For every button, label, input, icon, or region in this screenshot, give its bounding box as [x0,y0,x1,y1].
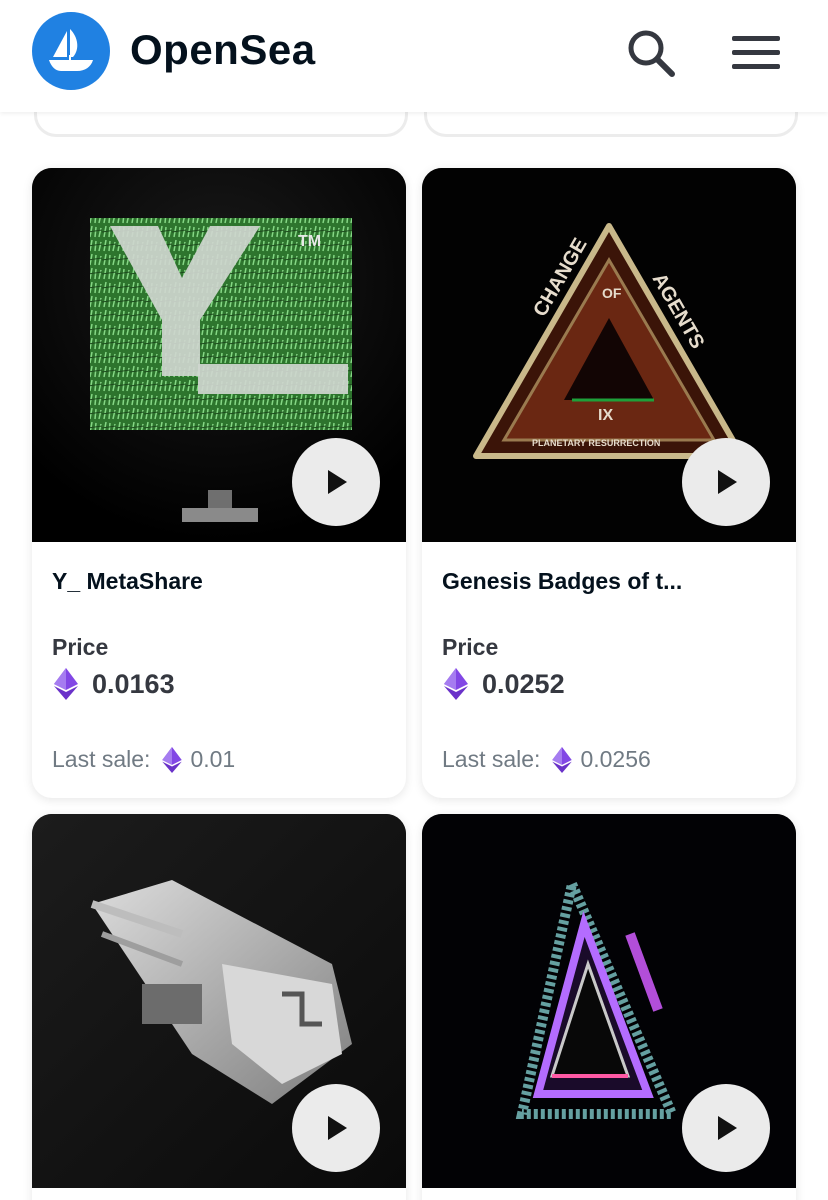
nft-title[interactable]: Y_ MetaShare [52,568,382,595]
last-sale-label: Last sale: [442,746,541,772]
price-label: Price [442,634,499,660]
last-sale-value: 0.0256 [580,746,651,772]
price-value: 0.0252 [482,668,565,699]
nft-card[interactable] [422,814,796,1200]
opensea-boat-icon [49,29,93,71]
play-button[interactable] [682,438,770,526]
play-button[interactable] [292,438,380,526]
search-button[interactable] [622,24,680,82]
ethereum-icon [162,746,183,773]
search-icon [628,30,675,77]
opensea-mobile-page: OpenSea TM Y_ MetaShare Price 0.0163 Las… [0,0,828,1200]
price-row: 0.0252 [444,668,565,700]
nft-media-neon-triangle[interactable] [422,814,796,1188]
price-label: Price [52,634,109,660]
play-icon [718,1116,737,1140]
nft-image-text: IX [598,407,613,424]
hamburger-menu-icon [732,36,780,69]
play-button[interactable] [292,1084,380,1172]
nft-image-text: OF [602,285,622,301]
ethereum-icon [552,746,573,773]
nft-media-spaceship[interactable] [32,814,406,1188]
top-nav-bar: OpenSea [0,0,828,112]
nft-media-y-metashare[interactable]: TM [32,168,406,542]
menu-button[interactable] [726,26,786,78]
nft-image-text: PLANETARY RESURRECTION [532,438,660,448]
play-icon [328,470,347,494]
play-icon [718,470,737,494]
ethereum-icon [54,668,78,700]
last-sale-row: Last sale: 0.01 [52,746,235,773]
brand-name[interactable]: OpenSea [130,26,316,74]
opensea-logo[interactable] [32,12,110,90]
last-sale-row: Last sale: 0.0256 [442,746,651,773]
nft-card[interactable] [32,814,406,1200]
last-sale-value: 0.01 [190,746,236,772]
nft-media-genesis-badges[interactable]: CHANGE OF AGENTS IX PLANETARY RESURRECTI… [422,168,796,542]
play-icon [328,1116,347,1140]
nft-card[interactable]: CHANGE OF AGENTS IX PLANETARY RESURRECTI… [422,168,796,798]
nft-card[interactable]: TM Y_ MetaShare Price 0.0163 Last sale: [32,168,406,798]
price-value: 0.0163 [92,668,175,699]
nft-image-text: TM [298,233,321,250]
last-sale-label: Last sale: [52,746,151,772]
nft-title[interactable]: Genesis Badges of t... [442,568,772,595]
play-button[interactable] [682,1084,770,1172]
ethereum-icon [444,668,468,700]
price-row: 0.0163 [54,668,175,700]
